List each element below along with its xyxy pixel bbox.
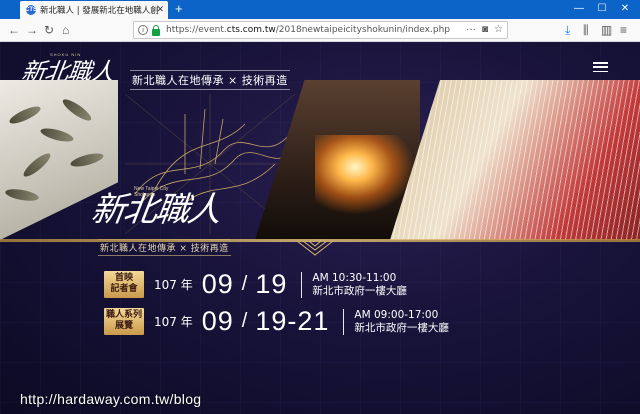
lock-icon[interactable]: [152, 24, 160, 36]
event-time: AM 10:30-11:00: [312, 271, 397, 284]
bookmark-star-icon[interactable]: ☆: [494, 24, 503, 35]
badge-line: 職人系列: [105, 310, 142, 320]
event-location: 新北市政府一樓大廳: [354, 321, 449, 334]
logo-english: SHOKU NIN: [50, 52, 82, 57]
menu-icon[interactable]: [593, 62, 608, 72]
date-slash: /: [241, 273, 248, 295]
event-exhibition: 職人系列 展覽 107 年 09 / 19-21 AM 09:00-17:00 新…: [104, 306, 449, 337]
library-icon[interactable]: ⫼: [583, 23, 589, 37]
chevron-decoration-icon: [296, 240, 334, 256]
event-day: 19: [255, 269, 288, 299]
close-window-icon[interactable]: ✕: [615, 2, 635, 16]
event-month: 09: [201, 306, 234, 336]
event-day: 19-21: [255, 306, 330, 336]
url-host: cts.com.tw: [226, 25, 276, 35]
tab-close-icon[interactable]: ✕: [156, 4, 164, 15]
url-actions: ··· ◙ ☆: [466, 24, 503, 35]
more-icon[interactable]: ···: [466, 24, 476, 35]
url-text: https://event.cts.com.tw/2018newtaipeici…: [166, 25, 450, 35]
site-favicon-icon: CTS: [25, 5, 37, 15]
minimize-icon[interactable]: —: [569, 2, 589, 16]
new-tab-icon[interactable]: +: [175, 1, 183, 17]
app-menu-icon[interactable]: ≡: [620, 23, 627, 37]
badge-line: 展覽: [114, 321, 133, 331]
event-separator: [343, 308, 345, 335]
download-icon[interactable]: ⤓: [565, 23, 570, 37]
browser-tab[interactable]: CTS 新北職人 | 發展新北在地職人創 ✕: [20, 1, 168, 19]
url-path: /2018newtaipeicityshokunin/index.php: [275, 25, 450, 35]
event-premiere: 首映 記者會 107 年 09 / 19 AM 10:30-11:00 新北市政府…: [104, 269, 407, 300]
date-slash: /: [241, 310, 248, 332]
address-bar[interactable]: i https://event.cts.com.tw/2018newtaipei…: [133, 21, 508, 39]
event-badge: 職人系列 展覽: [104, 308, 144, 335]
maximize-icon[interactable]: ☐: [592, 2, 612, 16]
reload-icon[interactable]: ↻: [44, 23, 54, 37]
event-details: AM 10:30-11:00 新北市政府一樓大廳: [312, 272, 407, 298]
home-icon[interactable]: ⌂: [62, 23, 69, 37]
watermark-text: http://hardaway.com.tw/blog: [20, 391, 202, 407]
hero-logo-english: New Taipei City Shokunin: [134, 186, 169, 198]
navigation-toolbar: ← → ↻ ⌂ i https://event.cts.com.tw/2018n…: [0, 19, 640, 42]
url-prefix: https://event.: [166, 25, 227, 35]
event-badge: 首映 記者會: [104, 271, 144, 298]
sidebar-icon[interactable]: ▥: [601, 23, 612, 37]
forward-icon[interactable]: →: [26, 23, 38, 37]
web-page: 新北職人 SHOKU NIN 新北職人在地傳承 × 技術再造 新北職人 New …: [0, 42, 640, 414]
back-icon[interactable]: ←: [8, 23, 20, 37]
event-year: 107 年: [154, 278, 193, 292]
event-time: AM 09:00-17:00: [354, 308, 439, 321]
event-month: 09: [201, 269, 234, 299]
event-separator: [301, 271, 303, 298]
badge-line: 記者會: [110, 284, 138, 294]
event-location: 新北市政府一樓大廳: [312, 284, 407, 297]
pocket-icon[interactable]: ◙: [482, 24, 488, 35]
event-details: AM 09:00-17:00 新北市政府一樓大廳: [354, 309, 449, 335]
badge-line: 首映: [114, 273, 133, 283]
tab-bar: CTS 新北職人 | 發展新北在地職人創 ✕ + — ☐ ✕: [0, 0, 640, 19]
event-year: 107 年: [154, 315, 193, 329]
hero-logo: 新北職人 New Taipei City Shokunin: [89, 182, 223, 231]
site-tagline: 新北職人在地傳承 × 技術再造: [130, 70, 290, 90]
info-icon[interactable]: i: [138, 25, 148, 35]
tab-title: 新北職人 | 發展新北在地職人創: [40, 6, 158, 16]
